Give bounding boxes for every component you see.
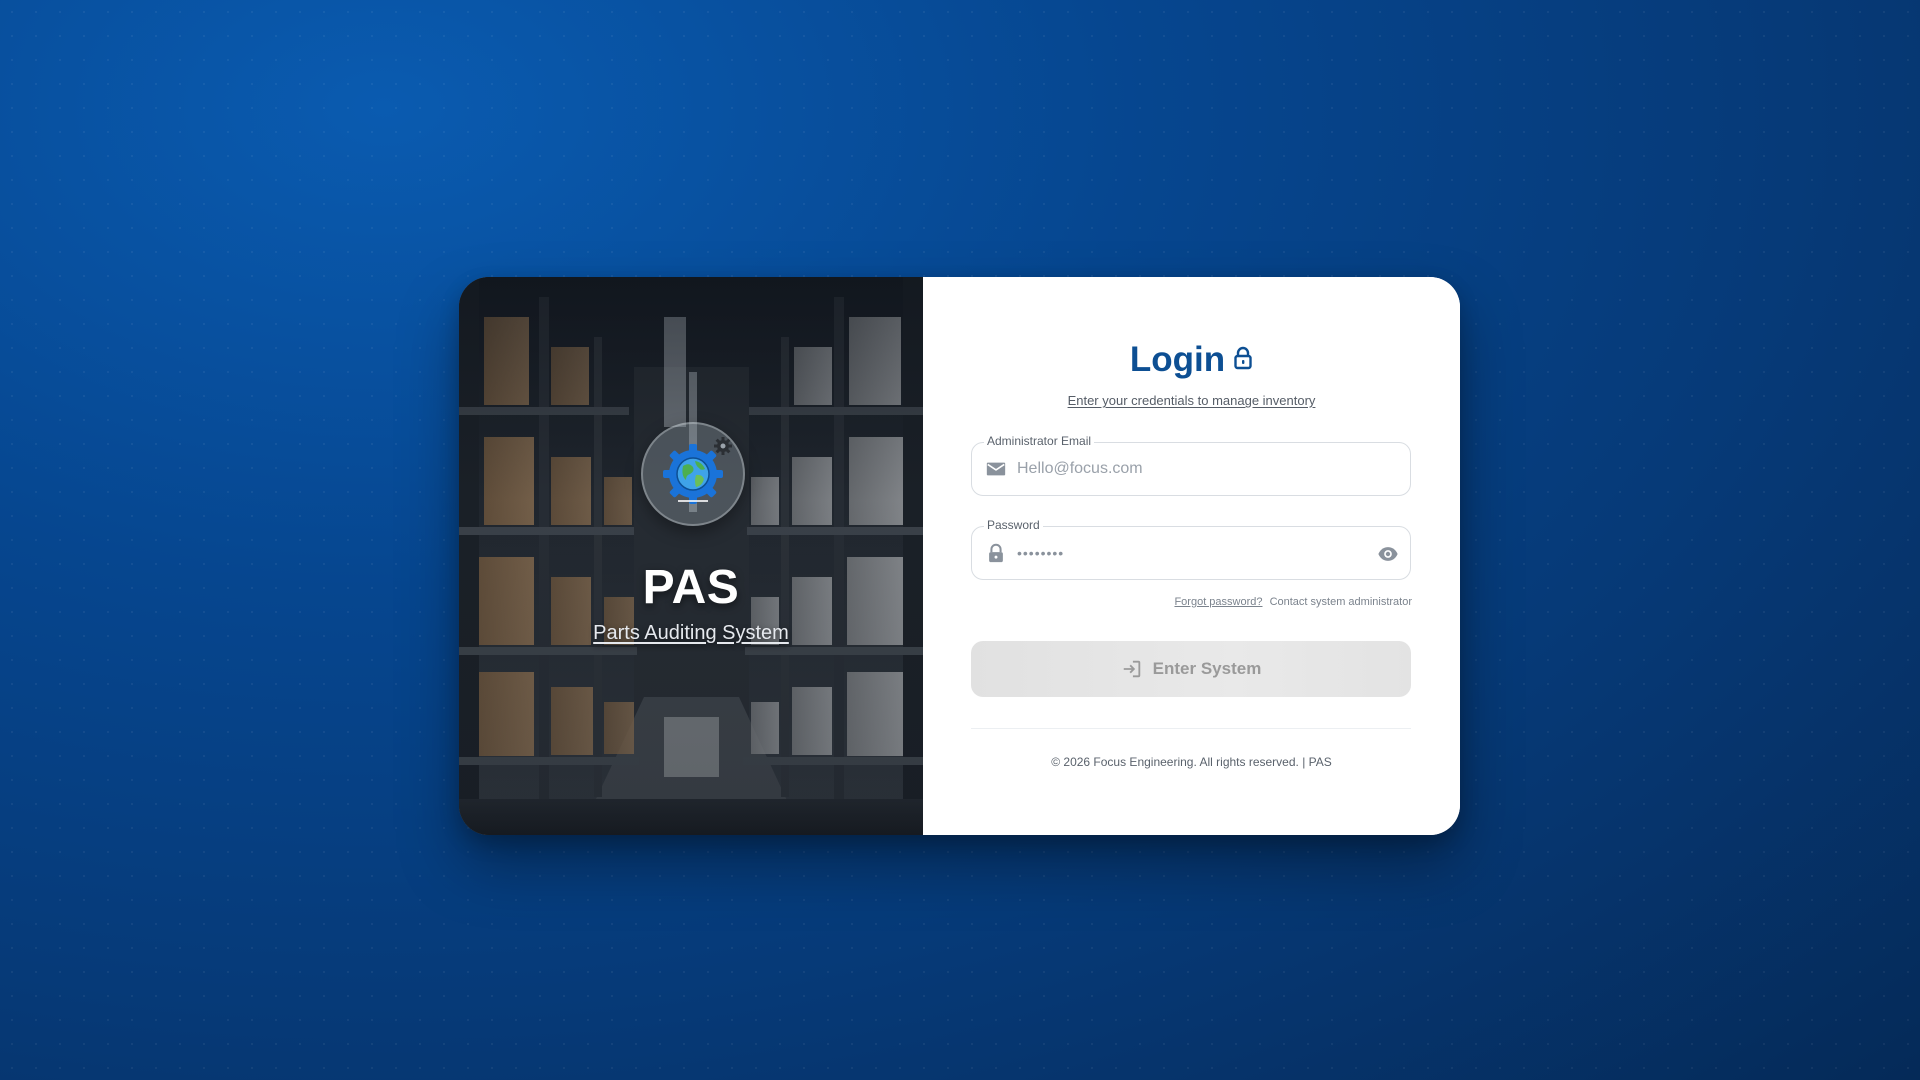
contact-admin-text: Contact system administrator [1269, 596, 1412, 608]
login-card: PAS Parts Auditing System Login Enter yo… [459, 277, 1460, 835]
eye-icon[interactable] [1377, 543, 1399, 565]
app-logo [641, 422, 745, 526]
app-subtitle: Parts Auditing System [593, 622, 789, 644]
password-field: Password [971, 518, 1411, 580]
enter-system-label: Enter System [1152, 659, 1262, 678]
hero-overlay [459, 277, 923, 835]
footer-text: © 2026 Focus Engineering. All rights res… [1051, 755, 1332, 769]
password-input[interactable] [1017, 527, 1364, 579]
login-title-text: Login [1129, 340, 1226, 379]
email-field: Administrator Email [971, 434, 1411, 496]
help-row: Forgot password? Contact system administ… [1174, 596, 1412, 608]
mail-icon [986, 462, 1006, 476]
gear-icon [714, 437, 732, 455]
login-heading: Login [923, 340, 1460, 380]
lock-icon [1233, 339, 1253, 379]
app-name: PAS [642, 561, 740, 614]
login-subtitle: Enter your credentials to manage invento… [1067, 393, 1316, 408]
hero-panel: PAS Parts Auditing System [459, 277, 923, 835]
login-form-panel: Login Enter your credentials to manage i… [923, 277, 1460, 835]
forgot-password-link[interactable]: Forgot password? [1174, 596, 1262, 608]
lock-icon [989, 543, 1003, 563]
divider [971, 728, 1411, 729]
enter-system-button[interactable]: Enter System [971, 641, 1411, 697]
login-arrow-icon [1123, 660, 1140, 678]
email-input[interactable] [1017, 443, 1364, 495]
